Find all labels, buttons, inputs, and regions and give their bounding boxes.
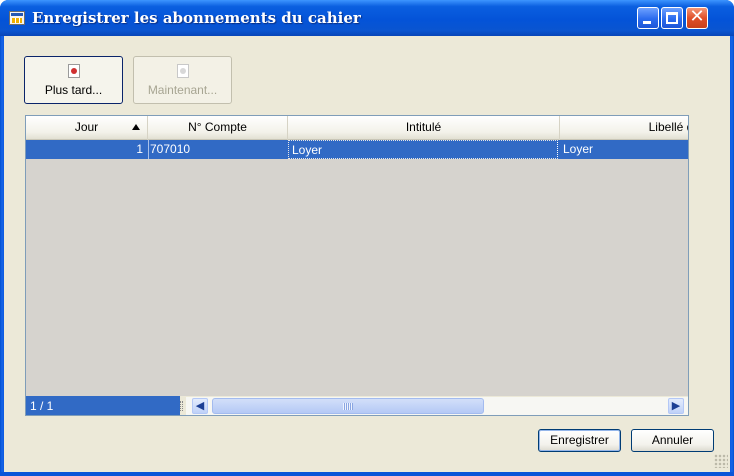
- column-header-compte[interactable]: N° Compte: [148, 116, 288, 140]
- column-header-libelle[interactable]: Libellé de: [560, 116, 688, 140]
- column-header-label: Jour: [74, 120, 99, 134]
- horizontal-scrollbar[interactable]: ◀ ▶: [180, 397, 688, 415]
- scroll-left-button[interactable]: ◀: [192, 398, 208, 414]
- scroll-right-button[interactable]: ▶: [668, 398, 684, 414]
- column-header-label: Intitulé: [405, 120, 442, 134]
- dialog-client-area: Plus tard... Maintenant... Jour N° Compt…: [4, 36, 730, 472]
- minimize-icon: [643, 21, 651, 24]
- window-title: Enregistrer les abonnements du cahier: [32, 9, 361, 27]
- minimize-button[interactable]: [637, 7, 659, 29]
- notebook-icon: [9, 11, 25, 25]
- sort-ascending-icon: [132, 124, 140, 130]
- grid-footer: 1 / 1 ◀ ▶: [26, 396, 688, 415]
- record-counter: 1 / 1: [26, 396, 180, 415]
- maximize-button[interactable]: [661, 7, 683, 29]
- column-header-intitule[interactable]: Intitulé: [288, 116, 560, 140]
- cell-jour[interactable]: 1: [26, 140, 146, 159]
- now-button-label: Maintenant...: [147, 83, 218, 97]
- later-button[interactable]: Plus tard...: [24, 56, 123, 104]
- title-bar[interactable]: Enregistrer les abonnements du cahier ✕: [0, 0, 734, 36]
- postpone-icon: [68, 64, 80, 78]
- splitter-grip-icon[interactable]: [180, 401, 183, 411]
- cell-libelle[interactable]: Loyer: [560, 140, 688, 159]
- maximize-icon: [666, 12, 678, 24]
- cancel-button[interactable]: Annuler: [631, 429, 714, 452]
- column-header-label: N° Compte: [188, 120, 247, 134]
- document-icon: [177, 64, 189, 78]
- table-row[interactable]: 1 707010 Loyer Loyer: [26, 140, 688, 159]
- window-frame-right: [730, 36, 734, 476]
- horizontal-scroll-thumb[interactable]: [212, 398, 484, 414]
- cell-intitule[interactable]: Loyer: [288, 140, 558, 159]
- grid-header: Jour N° Compte Intitulé Libellé de: [26, 116, 688, 140]
- close-button[interactable]: ✕: [686, 6, 708, 29]
- subscriptions-grid[interactable]: Jour N° Compte Intitulé Libellé de 1 707…: [25, 115, 689, 416]
- window-frame-bottom: [0, 472, 734, 476]
- dialog-window: Enregistrer les abonnements du cahier ✕ …: [0, 0, 734, 476]
- later-button-label: Plus tard...: [44, 83, 103, 97]
- cell-compte[interactable]: 707010: [148, 140, 288, 159]
- close-icon: ✕: [689, 6, 705, 27]
- now-button[interactable]: Maintenant...: [133, 56, 232, 104]
- column-header-jour[interactable]: Jour: [26, 116, 148, 140]
- save-button[interactable]: Enregistrer: [538, 429, 621, 452]
- column-header-label: Libellé de: [648, 120, 688, 134]
- resize-grip-icon[interactable]: [714, 454, 728, 468]
